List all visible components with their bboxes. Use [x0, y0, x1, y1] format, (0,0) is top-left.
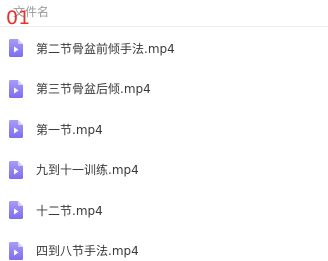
video-file-icon: [9, 120, 23, 139]
file-name[interactable]: 第一节.mp4: [36, 121, 103, 138]
file-row[interactable]: 四到八节手法.mp4: [0, 231, 328, 261]
file-row[interactable]: 第二节骨盆前倾手法.mp4: [0, 28, 328, 69]
file-name[interactable]: 十二节.mp4: [36, 202, 103, 219]
video-file-icon: [9, 241, 23, 260]
file-name[interactable]: 第三节骨盆后倾.mp4: [36, 80, 151, 97]
video-file-icon: [9, 79, 23, 98]
video-file-icon: [9, 160, 23, 179]
file-list: 第二节骨盆前倾手法.mp4 第三节骨盆后倾.mp4 第一节.mp4 九到十一训练…: [0, 28, 328, 261]
file-name[interactable]: 九到十一训练.mp4: [36, 161, 139, 178]
file-list-header: 文件名 01: [0, 0, 328, 29]
file-name[interactable]: 第二节骨盆前倾手法.mp4: [36, 40, 175, 57]
file-row[interactable]: 十二节.mp4: [0, 190, 328, 231]
file-list-panel: 文件名 01 第二节骨盆前倾手法.mp4 第三节骨盆后倾.mp4 第一节.mp4…: [0, 0, 328, 261]
step-number-annotation: 01: [6, 7, 31, 29]
video-file-icon: [9, 201, 23, 220]
file-row[interactable]: 第一节.mp4: [0, 109, 328, 150]
file-row[interactable]: 九到十一训练.mp4: [0, 150, 328, 191]
video-file-icon: [9, 39, 23, 58]
file-name[interactable]: 四到八节手法.mp4: [36, 242, 139, 259]
file-row[interactable]: 第三节骨盆后倾.mp4: [0, 69, 328, 110]
